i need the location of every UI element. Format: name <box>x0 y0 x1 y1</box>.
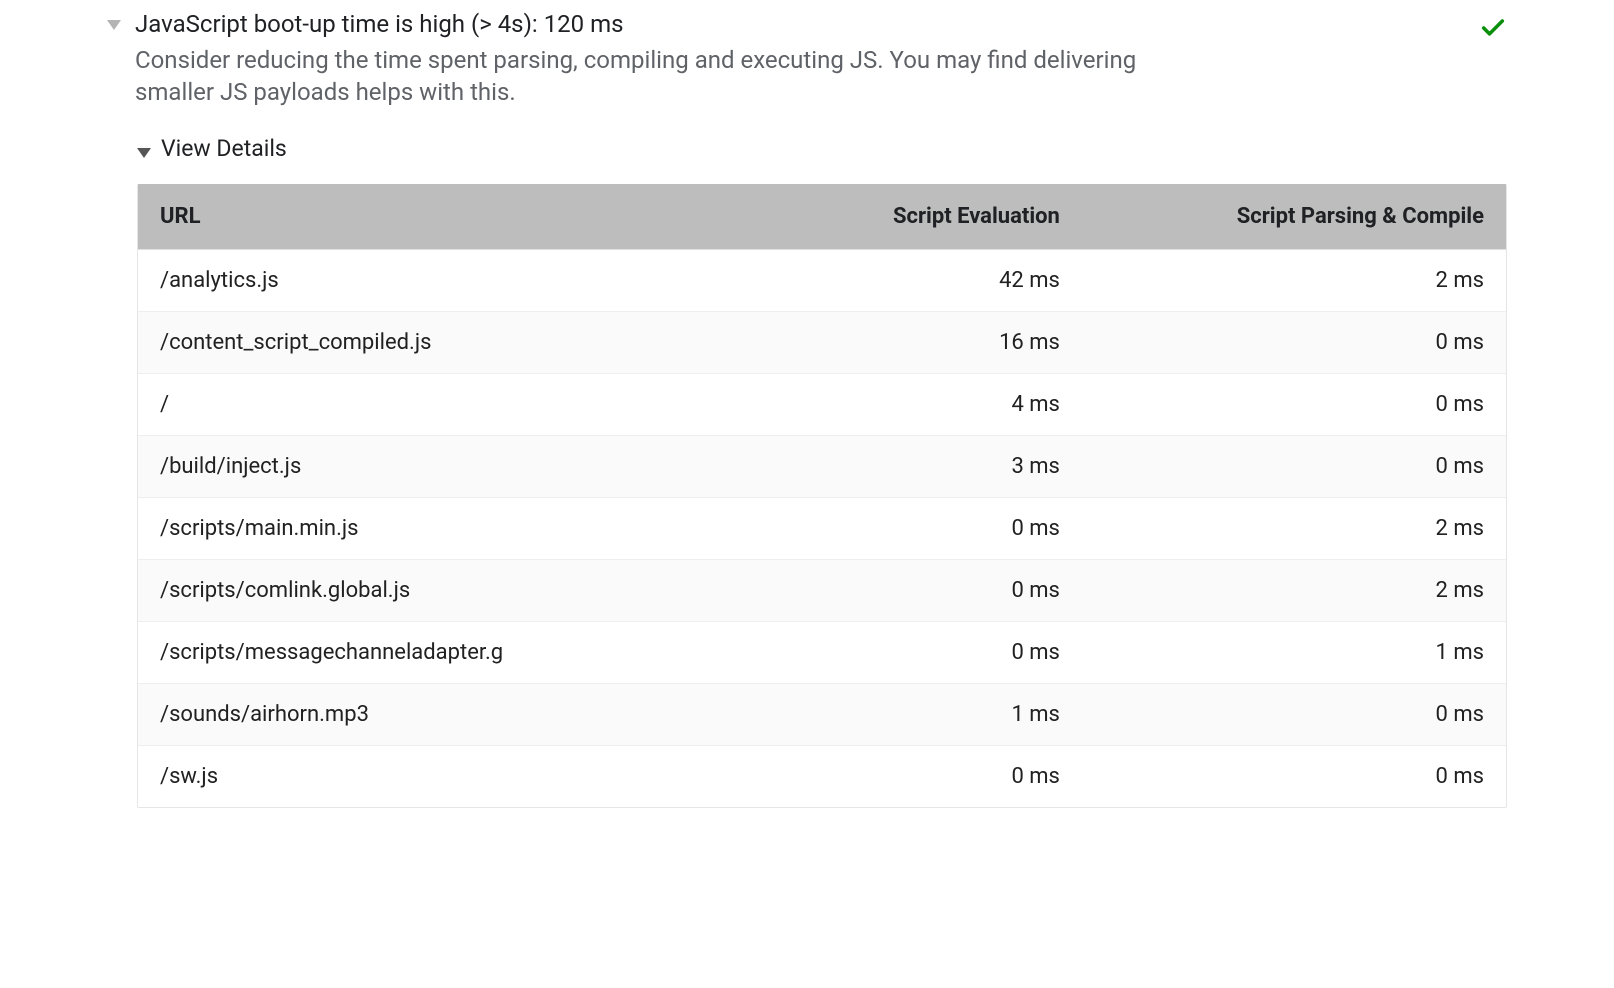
status-check-icon <box>1479 14 1507 42</box>
table-row: /scripts/comlink.global.js0 ms2 ms <box>138 559 1506 621</box>
cell-url: /sounds/airhorn.mp3 <box>138 683 658 745</box>
cell-script-eval: 16 ms <box>658 311 1082 373</box>
table-header-row: URL Script Evaluation Script Parsing & C… <box>138 184 1506 250</box>
cell-script-eval: 0 ms <box>658 621 1082 683</box>
cell-url: /scripts/messagechanneladapter.g <box>138 621 658 683</box>
chevron-down-icon <box>137 148 151 158</box>
view-details-label: View Details <box>161 135 287 162</box>
bootup-time-table: URL Script Evaluation Script Parsing & C… <box>138 184 1506 807</box>
cell-script-parse: 0 ms <box>1082 745 1506 807</box>
cell-url: /scripts/comlink.global.js <box>138 559 658 621</box>
audit-header: JavaScript boot-up time is high (> 4s): … <box>107 10 1507 109</box>
cell-script-parse: 2 ms <box>1082 497 1506 559</box>
cell-url: /sw.js <box>138 745 658 807</box>
cell-script-parse: 0 ms <box>1082 373 1506 435</box>
cell-script-parse: 2 ms <box>1082 559 1506 621</box>
table-row: /sw.js0 ms0 ms <box>138 745 1506 807</box>
cell-script-parse: 0 ms <box>1082 683 1506 745</box>
audit-item: JavaScript boot-up time is high (> 4s): … <box>107 10 1507 848</box>
table-row: /content_script_compiled.js16 ms0 ms <box>138 311 1506 373</box>
table-row: /scripts/messagechanneladapter.g0 ms1 ms <box>138 621 1506 683</box>
cell-script-eval: 0 ms <box>658 497 1082 559</box>
cell-url: /analytics.js <box>138 249 658 311</box>
col-header-script-parse: Script Parsing & Compile <box>1082 184 1506 250</box>
cell-script-eval: 0 ms <box>658 559 1082 621</box>
view-details-toggle[interactable]: View Details <box>137 135 1507 162</box>
cell-script-eval: 0 ms <box>658 745 1082 807</box>
cell-script-eval: 42 ms <box>658 249 1082 311</box>
cell-script-parse: 0 ms <box>1082 311 1506 373</box>
cell-url: /content_script_compiled.js <box>138 311 658 373</box>
table-row: /scripts/main.min.js0 ms2 ms <box>138 497 1506 559</box>
audit-title: JavaScript boot-up time is high (> 4s): … <box>135 10 1195 38</box>
col-header-url: URL <box>138 184 658 250</box>
cell-script-parse: 2 ms <box>1082 249 1506 311</box>
table-row: /sounds/airhorn.mp31 ms0 ms <box>138 683 1506 745</box>
cell-script-eval: 4 ms <box>658 373 1082 435</box>
audit-description: Consider reducing the time spent parsing… <box>135 44 1195 109</box>
details-table-container: URL Script Evaluation Script Parsing & C… <box>137 184 1507 808</box>
cell-script-parse: 0 ms <box>1082 435 1506 497</box>
cell-url: /build/inject.js <box>138 435 658 497</box>
col-header-script-eval: Script Evaluation <box>658 184 1082 250</box>
audit-title-block: JavaScript boot-up time is high (> 4s): … <box>135 10 1195 109</box>
table-row: /4 ms0 ms <box>138 373 1506 435</box>
cell-url: / <box>138 373 658 435</box>
table-row: /analytics.js42 ms2 ms <box>138 249 1506 311</box>
collapse-toggle-icon[interactable] <box>107 20 121 30</box>
cell-script-eval: 3 ms <box>658 435 1082 497</box>
audit-details: View Details URL Script Evaluation Scrip… <box>137 135 1507 808</box>
cell-script-eval: 1 ms <box>658 683 1082 745</box>
cell-script-parse: 1 ms <box>1082 621 1506 683</box>
table-row: /build/inject.js3 ms0 ms <box>138 435 1506 497</box>
cell-url: /scripts/main.min.js <box>138 497 658 559</box>
